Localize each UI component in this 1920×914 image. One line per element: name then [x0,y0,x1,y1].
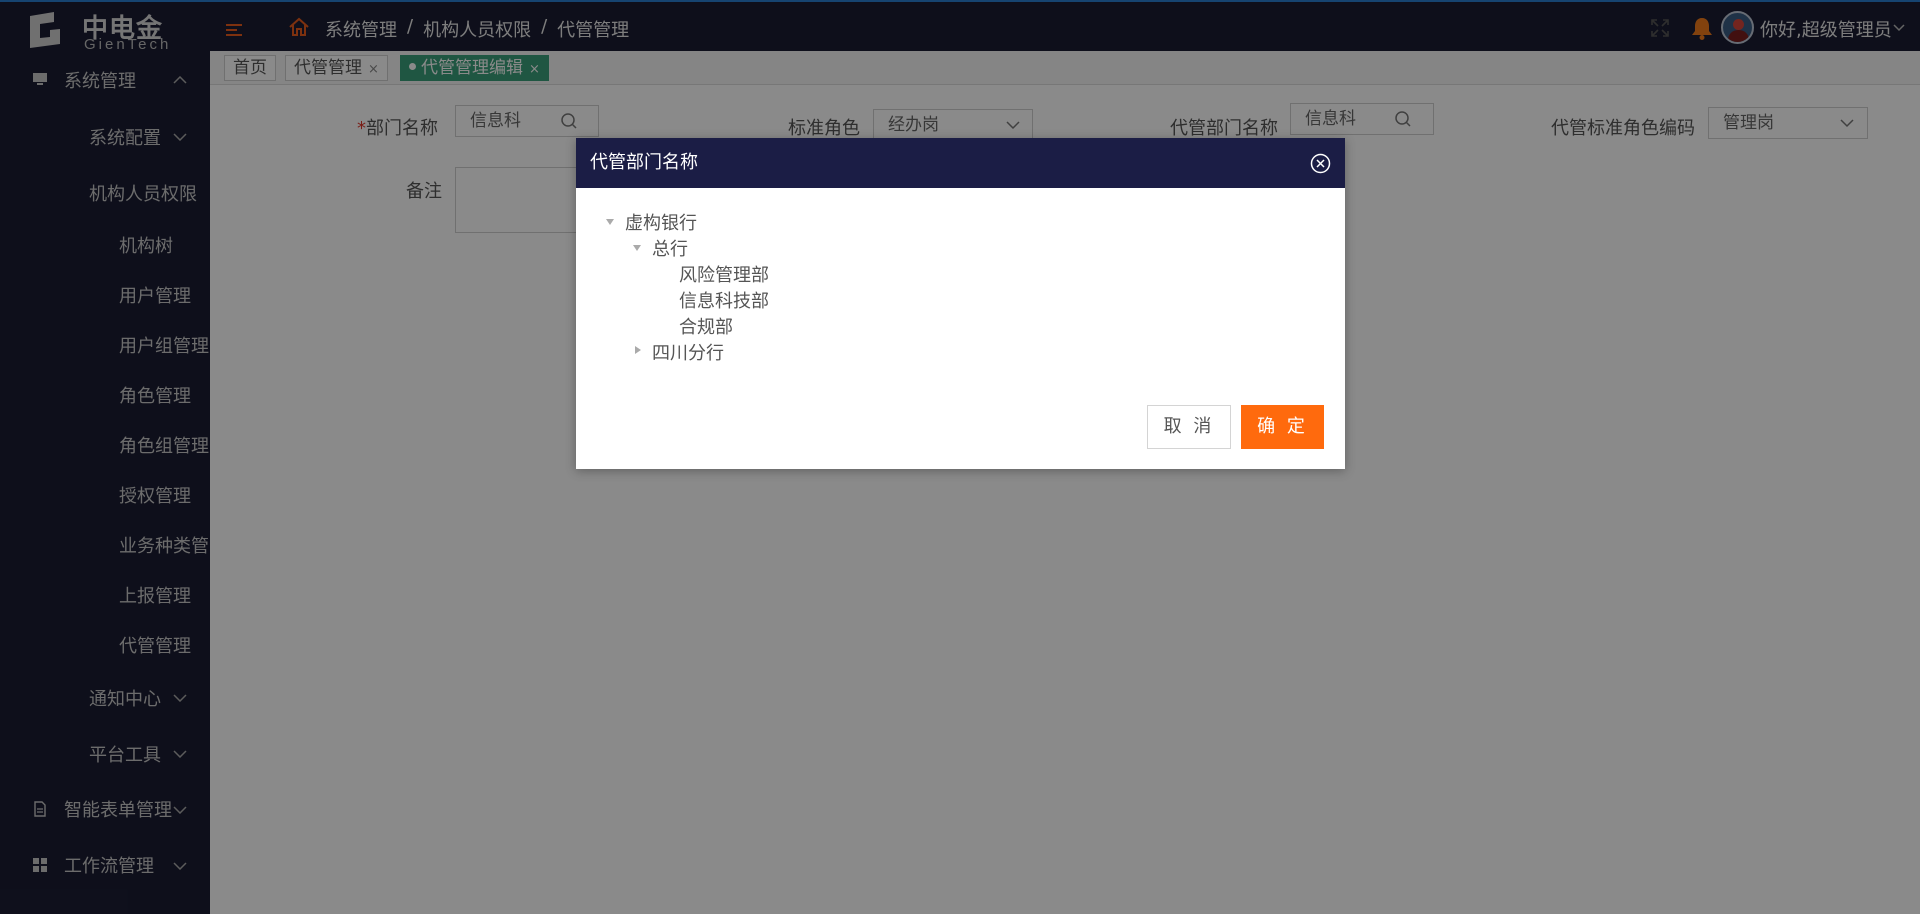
select-delegate-dept-dialog: 代管部门名称 虚构银行 总行 风险管理部 信息科技部 合规部 四川分行 取 消 … [576,138,1345,469]
caret-collapsed-icon[interactable] [633,345,643,355]
dialog-header: 代管部门名称 [576,138,1345,188]
dialog-title: 代管部门名称 [590,152,698,173]
tree-node-sichuan-branch[interactable]: 四川分行 [652,339,724,365]
caret-expanded-icon[interactable] [632,243,642,253]
tree-node-it-dept[interactable]: 信息科技部 [679,287,769,313]
tree-node-compliance-dept[interactable]: 合规部 [679,313,733,339]
close-icon[interactable] [1310,153,1331,174]
confirm-button[interactable]: 确 定 [1241,405,1324,449]
caret-expanded-icon[interactable] [605,217,615,227]
tree-node-risk-dept[interactable]: 风险管理部 [679,261,769,287]
cancel-button[interactable]: 取 消 [1147,405,1231,449]
tree-node-head-office[interactable]: 总行 [652,235,688,261]
tree-node-root[interactable]: 虚构银行 [625,209,697,235]
